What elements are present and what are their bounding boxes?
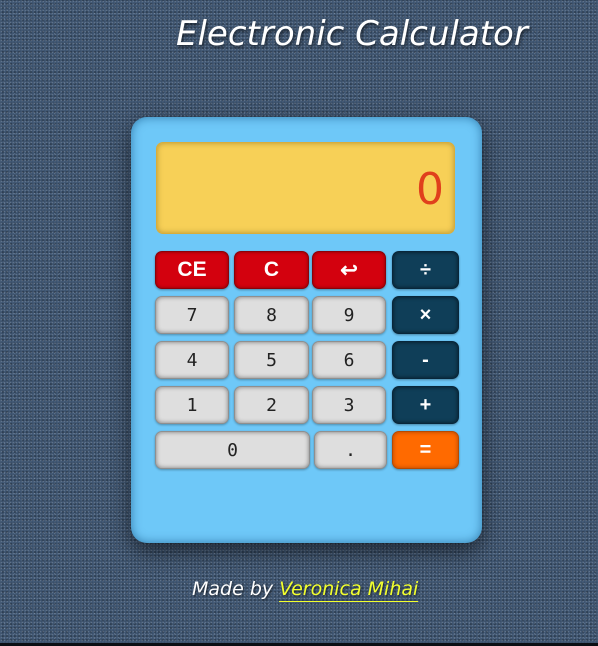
page-title: Electronic Calculator [176,14,528,54]
digit-7-button[interactable]: 7 [155,296,229,334]
display: 0 [156,142,455,234]
digit-3-button[interactable]: 3 [312,386,386,424]
digit-1-button[interactable]: 1 [155,386,229,424]
clear-button[interactable]: C [234,251,309,289]
digit-2-button[interactable]: 2 [234,386,309,424]
footer-credit: Made by Veronica Mihai [192,578,419,602]
credit-prefix: Made by [192,578,274,600]
divide-button[interactable]: ÷ [392,251,459,289]
minus-button[interactable]: - [392,341,459,379]
multiply-button[interactable]: × [392,296,459,334]
digit-4-button[interactable]: 4 [155,341,229,379]
clear-entry-button[interactable]: CE [155,251,229,289]
digit-6-button[interactable]: 6 [312,341,386,379]
equals-button[interactable]: = [392,431,459,469]
display-value: 0 [416,164,444,215]
digit-5-button[interactable]: 5 [234,341,309,379]
author-link[interactable]: Veronica Mihai [279,578,419,602]
digit-0-button[interactable]: 0 [155,431,310,469]
decimal-button[interactable]: . [314,431,387,469]
backspace-button[interactable]: ↩ [312,251,386,289]
calculator: 0 CE C ↩ ÷ 7 8 9 × 4 5 6 - 1 2 3 + 0 . = [131,117,482,543]
plus-button[interactable]: + [392,386,459,424]
digit-9-button[interactable]: 9 [312,296,386,334]
digit-8-button[interactable]: 8 [234,296,309,334]
